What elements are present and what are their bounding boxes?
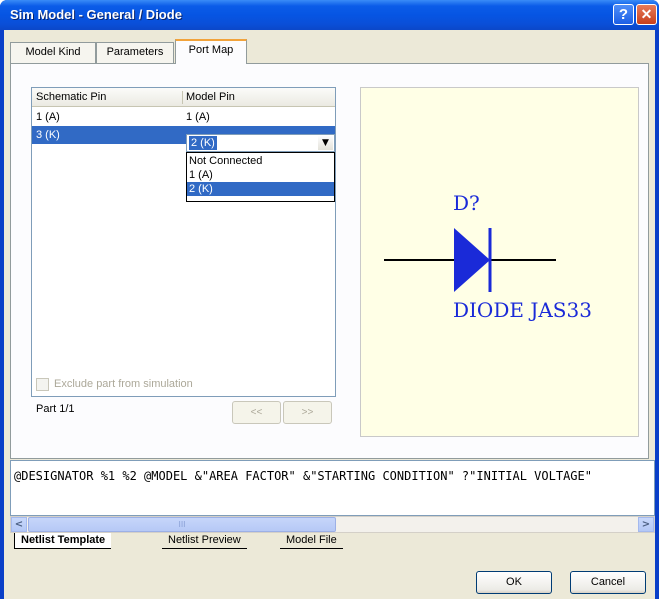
symbol-preview: D? DIODE JAS33 xyxy=(360,87,639,437)
tab-model-kind[interactable]: Model Kind xyxy=(10,42,96,63)
ok-button[interactable]: OK xyxy=(476,571,552,594)
scrollbar-thumb[interactable]: III xyxy=(28,517,336,532)
column-header-schematic-pin[interactable]: Schematic Pin xyxy=(32,88,106,107)
scroll-left-button[interactable]: < xyxy=(11,517,27,532)
schematic-pin-cell: 1 (A) xyxy=(36,111,60,123)
designator-label: D? xyxy=(453,191,480,215)
option-2-k[interactable]: 2 (K) xyxy=(187,182,334,196)
option-1-a[interactable]: 1 (A) xyxy=(187,168,334,182)
tab-model-file[interactable]: Model File xyxy=(280,533,343,549)
schematic-pin-cell: 3 (K) xyxy=(36,129,60,141)
title-bar[interactable]: Sim Model - General / Diode ? ✕ xyxy=(0,0,659,30)
help-button[interactable]: ? xyxy=(613,4,634,25)
comment-label: DIODE JAS33 xyxy=(453,298,592,322)
horizontal-scrollbar[interactable]: < III > xyxy=(10,516,655,533)
window-title: Sim Model - General / Diode xyxy=(10,7,182,22)
dialog-client: Model Kind Parameters Port Map Schematic… xyxy=(4,30,655,599)
cancel-button[interactable]: Cancel xyxy=(570,571,646,594)
table-header: Schematic Pin Model Pin xyxy=(32,88,335,107)
table-row[interactable]: 1 (A) 1 (A) xyxy=(32,108,335,126)
option-not-connected[interactable]: Not Connected xyxy=(187,154,334,168)
model-pin-cell: 1 (A) xyxy=(186,111,210,123)
scroll-right-button[interactable]: > xyxy=(638,517,654,532)
column-header-model-pin[interactable]: Model Pin xyxy=(182,88,235,107)
close-button[interactable]: ✕ xyxy=(636,4,657,25)
chevron-down-icon[interactable]: ▼ xyxy=(318,136,333,150)
checkbox-label: Exclude part from simulation xyxy=(54,378,193,390)
model-pin-select-value: 2 (K) xyxy=(189,136,217,150)
diode-symbol-icon xyxy=(384,228,556,292)
model-pin-select[interactable]: 2 (K) ▼ xyxy=(186,134,335,152)
tab-port-map[interactable]: Port Map xyxy=(175,39,247,64)
tab-netlist-template[interactable]: Netlist Template xyxy=(14,533,112,549)
tab-parameters[interactable]: Parameters xyxy=(96,42,174,63)
part-indicator: Part 1/1 xyxy=(36,403,75,415)
netlist-template-editor[interactable]: @DESIGNATOR %1 %2 @MODEL &"AREA FACTOR" … xyxy=(10,460,655,516)
next-part-button[interactable]: >> xyxy=(283,401,332,424)
dialog-window: Sim Model - General / Diode ? ✕ Model Ki… xyxy=(0,0,659,599)
previous-part-button[interactable]: << xyxy=(232,401,281,424)
netlist-template-text: @DESIGNATOR %1 %2 @MODEL &"AREA FACTOR" … xyxy=(14,469,592,483)
model-pin-options-list[interactable]: Not Connected 1 (A) 2 (K) xyxy=(186,152,335,202)
checkbox-box[interactable] xyxy=(36,378,49,391)
tab-netlist-preview[interactable]: Netlist Preview xyxy=(162,533,247,549)
